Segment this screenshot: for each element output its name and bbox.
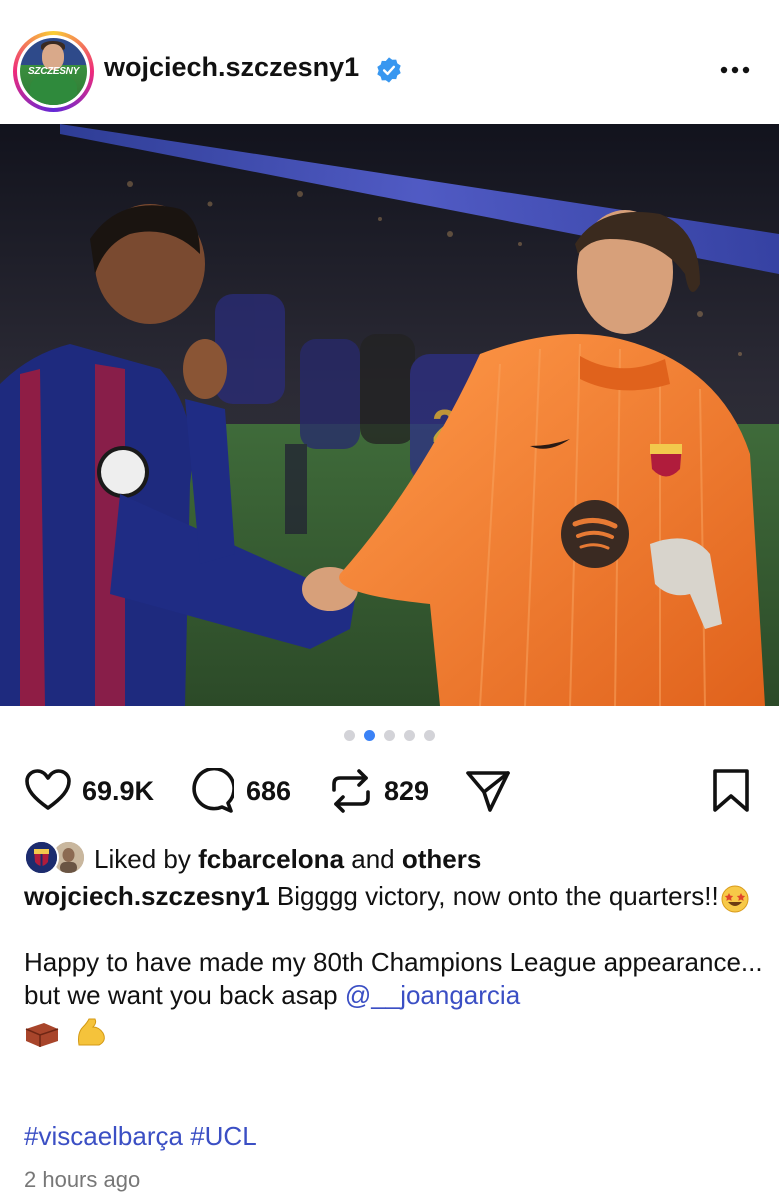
post-hashtags[interactable]: #viscaelbarça #UCL <box>24 1121 257 1152</box>
post-timestamp: 2 hours ago <box>24 1167 141 1192</box>
comment-icon[interactable] <box>188 768 234 814</box>
verified-badge-icon <box>377 57 401 83</box>
avatar-image: SZCZESNY <box>20 38 87 105</box>
post-caption: wojciech.szczesny1 Bigggg victory, now o… <box>24 880 764 1049</box>
carousel-dot-active <box>364 730 375 741</box>
flexed-biceps-emoji-icon <box>78 1018 106 1046</box>
carousel-dot <box>344 730 355 741</box>
carousel-dot <box>424 730 435 741</box>
post-header: SZCZESNY wojciech.szczesny1 <box>0 0 779 124</box>
carousel-dot <box>384 730 395 741</box>
post-photo[interactable]: 20 <box>0 124 779 706</box>
caption-username[interactable]: wojciech.szczesny1 <box>24 881 270 911</box>
avatar-text: SZCZESNY <box>28 66 79 77</box>
heart-icon[interactable] <box>24 768 72 812</box>
post-actions: 69.9K 686 829 <box>0 760 779 820</box>
more-options-icon[interactable] <box>718 56 752 84</box>
like-count[interactable]: 69.9K <box>82 776 154 807</box>
liked-by-others[interactable]: others <box>402 844 481 874</box>
caption-line-1: Bigggg victory, now onto the quarters!! <box>269 881 719 911</box>
brick-emoji-icon <box>25 1023 59 1048</box>
liked-by-user[interactable]: fcbarcelona <box>198 844 344 874</box>
repost-icon[interactable] <box>328 768 374 814</box>
post-photo-image: 20 <box>0 124 779 706</box>
carousel-dot <box>404 730 415 741</box>
bookmark-icon[interactable] <box>712 768 750 814</box>
profile-avatar[interactable]: SZCZESNY <box>13 31 94 112</box>
liked-by-row[interactable]: Liked by fcbarcelona and others <box>24 840 764 876</box>
carousel-indicator <box>0 730 779 742</box>
star-struck-emoji-icon <box>721 885 749 913</box>
repost-count[interactable]: 829 <box>384 776 429 807</box>
share-icon[interactable] <box>464 768 512 814</box>
post-username[interactable]: wojciech.szczesny1 <box>104 52 359 83</box>
liked-by-text[interactable]: Liked by fcbarcelona and others <box>94 844 481 875</box>
liker-avatar-fcbarcelona <box>24 840 59 875</box>
comment-count[interactable]: 686 <box>246 776 291 807</box>
caption-mention[interactable]: @__joangarcia <box>345 980 520 1010</box>
